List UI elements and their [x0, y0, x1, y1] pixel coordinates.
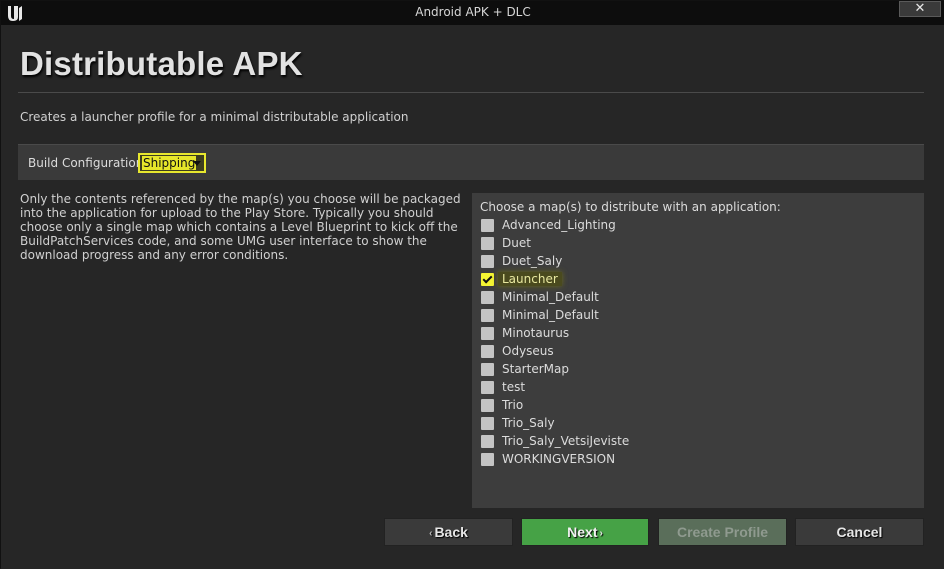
map-checkbox[interactable] — [481, 219, 494, 232]
map-label: Trio — [502, 398, 524, 412]
wizard-content: Distributable APK Creates a launcher pro… — [1, 25, 944, 569]
map-checkbox[interactable] — [481, 363, 494, 376]
map-checkbox[interactable] — [481, 453, 494, 466]
map-label: Minimal_Default — [502, 308, 599, 322]
back-button[interactable]: ‹ Back — [384, 518, 513, 546]
build-configuration-value: Shipping — [142, 156, 197, 170]
chevron-left-icon: ‹ — [429, 528, 433, 539]
page-subtitle: Creates a launcher profile for a minimal… — [20, 110, 409, 124]
map-checkbox[interactable] — [481, 399, 494, 412]
map-label: Minotaurus — [502, 326, 570, 340]
map-checkbox[interactable] — [481, 417, 494, 430]
map-checkbox[interactable] — [481, 327, 494, 340]
close-button[interactable]: ✕ — [899, 1, 941, 17]
maps-panel: Choose a map(s) to distribute with an ap… — [472, 193, 924, 508]
cancel-button[interactable]: Cancel — [795, 518, 924, 546]
dialog-window: Android APK + DLC ✕ Distributable APK Cr… — [0, 0, 944, 569]
title-divider — [18, 92, 924, 93]
map-label: Duet_Saly — [502, 254, 563, 268]
title-bar[interactable]: Android APK + DLC ✕ — [1, 1, 944, 25]
map-checkbox[interactable] — [481, 255, 494, 268]
maps-header: Choose a map(s) to distribute with an ap… — [480, 200, 781, 214]
map-checkbox[interactable] — [481, 435, 494, 448]
build-configuration-label: Build Configuration: — [28, 156, 148, 170]
checkmark-icon — [482, 273, 493, 284]
map-label: Launcher — [498, 272, 562, 286]
map-checkbox[interactable] — [481, 381, 494, 394]
create-profile-button[interactable]: Create Profile — [658, 518, 787, 546]
map-checkbox[interactable] — [481, 291, 494, 304]
map-label: Trio_Saly_VetsiJeviste — [502, 434, 630, 448]
map-label: test — [502, 380, 526, 394]
page-title: Distributable APK — [20, 45, 303, 82]
map-checkbox[interactable] — [481, 273, 494, 286]
map-label: Advanced_Lighting — [502, 218, 616, 232]
next-button[interactable]: Next › — [521, 518, 649, 546]
chevron-right-icon: › — [599, 528, 603, 539]
map-label: Minimal_Default — [502, 290, 599, 304]
map-label: Duet — [502, 236, 531, 250]
map-checkbox[interactable] — [481, 309, 494, 322]
window-title: Android APK + DLC — [415, 5, 531, 19]
next-button-label: Next — [567, 524, 598, 540]
map-label: Odyseus — [502, 344, 554, 358]
dropdown-arrow-icon — [193, 161, 201, 166]
build-configuration-row: Build Configuration: Shipping — [18, 144, 924, 180]
build-configuration-dropdown[interactable]: Shipping — [138, 153, 206, 173]
map-checkbox[interactable] — [481, 345, 494, 358]
map-label: Trio_Saly — [502, 416, 555, 430]
description-text: Only the contents referenced by the map(… — [20, 192, 461, 262]
map-label: StarterMap — [502, 362, 569, 376]
map-label: WORKINGVERSION — [502, 452, 616, 466]
back-button-label: Back — [434, 524, 468, 540]
map-checkbox[interactable] — [481, 237, 494, 250]
